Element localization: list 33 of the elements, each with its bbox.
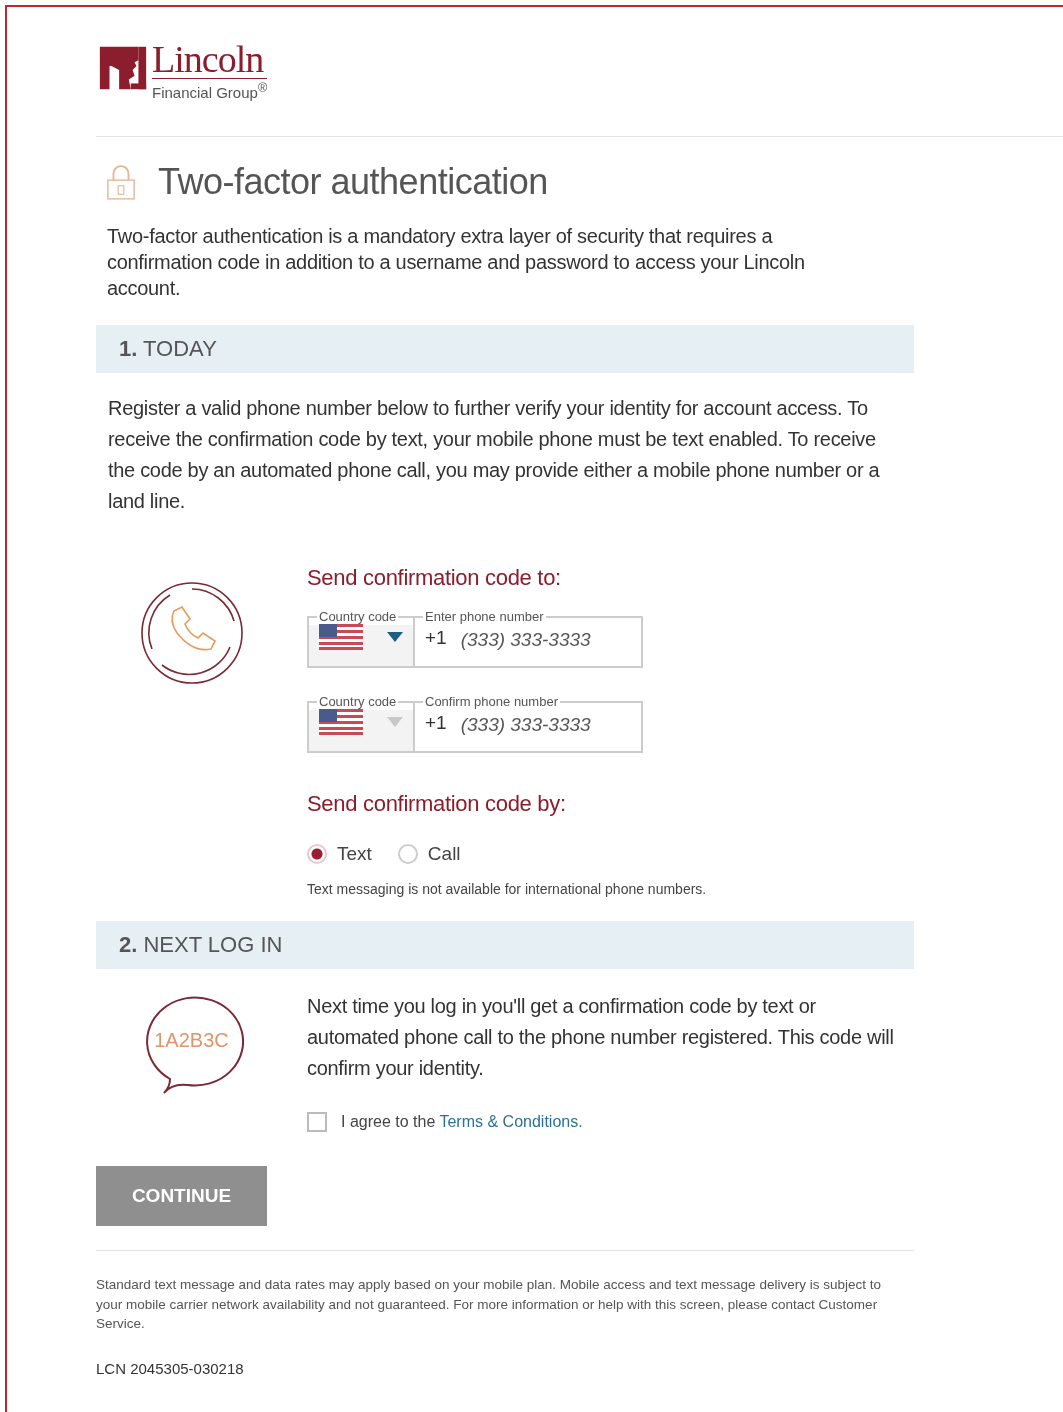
phone-input[interactable]: (333) 333-3333 (458, 628, 633, 652)
logo-name: Lincoln (152, 40, 268, 79)
caret-icon (387, 717, 403, 727)
section-header: 2. NEXT LOG IN (96, 921, 914, 969)
padlock-icon (106, 162, 136, 202)
field-label: Confirm phone number (423, 695, 560, 709)
radio-option[interactable]: Call (397, 843, 461, 865)
field-label: Country code (317, 695, 399, 709)
section-text: Register a valid phone number below to further verify your identity for account access. To receive the confirmation code by text, your mobile phone must be text enabled. To receive the code by an automated phone call, you may provide either a mobile phone number or a land line. (108, 396, 881, 514)
send-by-label: Send confirmation code by: (307, 791, 567, 817)
flag-icon (319, 709, 363, 735)
radio-option[interactable]: Text (307, 843, 372, 865)
phone-field[interactable]: Enter phone number +1 (333) 333-3333 (415, 610, 643, 668)
send-to-label: Send confirmation code to: (307, 565, 562, 591)
dial-prefix: +1 (425, 627, 447, 648)
section-header: 1. TODAY (96, 325, 914, 373)
page-title: Two-factor authentication (158, 161, 548, 203)
caret-icon (387, 632, 403, 642)
agree-text: I agree to the Terms & Conditions. (341, 1113, 583, 1131)
dial-prefix: +1 (425, 712, 447, 733)
reference-code: LCN 2045305-030218 (96, 1359, 245, 1377)
phone-icon (139, 581, 244, 685)
note-text: Text messaging is not available for international phone numbers. (307, 881, 708, 897)
flag-icon (319, 624, 363, 650)
country-select[interactable]: Country code (307, 610, 415, 668)
intro-text: Two-factor authentication is a mandatory extra layer of security that requires a confirmation code in addition to a username and password to access your Lincoln account. (107, 224, 806, 301)
field-label: Enter phone number (423, 610, 546, 624)
section-text: Next time you log in you'll get a confirmation code by text or automated phone call to the phone number registered. This code will confirm your identity. (307, 994, 895, 1081)
footer-text: Standard text message and data rates may apply based on your mobile plan. Mobile access and text message delivery is subject to your mobile carrier network availability and not guaranteed. For more information or help with this screen, please contact Customer Service. (96, 1276, 882, 1333)
terms-link[interactable]: Terms & Conditions. (439, 1113, 583, 1130)
logo-tagline: Financial Group$^{®}$ (152, 80, 268, 102)
agree-checkbox[interactable] (307, 1112, 327, 1132)
field-label: Country code (317, 610, 399, 624)
